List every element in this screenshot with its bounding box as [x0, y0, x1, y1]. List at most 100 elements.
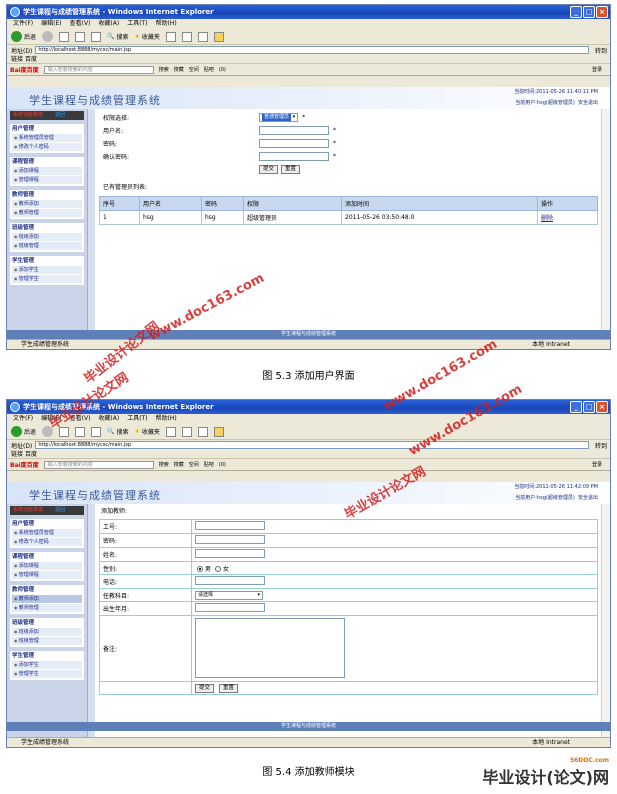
sidebar-item-change-password[interactable]: 修改个人密码 — [12, 143, 82, 151]
refresh-icon[interactable] — [75, 31, 86, 42]
submit-button[interactable]: 提交 — [259, 165, 279, 174]
mail-icon[interactable] — [181, 31, 192, 42]
baidu-login[interactable]: 登录 — [592, 461, 602, 468]
close-icon[interactable]: × — [596, 401, 608, 413]
menu-file[interactable]: 文件(F) — [13, 414, 33, 424]
refresh-icon[interactable] — [75, 426, 86, 437]
home-icon[interactable] — [91, 31, 102, 42]
sidebar-item-manage-class[interactable]: 班级管理 — [12, 637, 82, 645]
baidu-search-input[interactable]: 输入想要搜索的内容 — [43, 460, 154, 469]
print-icon[interactable] — [197, 31, 208, 42]
reset-button[interactable]: 重置 — [218, 683, 238, 693]
reset-button[interactable]: 重置 — [281, 165, 301, 174]
remarks-textarea[interactable] — [195, 617, 345, 678]
sidebar-item-manage-teacher[interactable]: 教师管理 — [12, 604, 82, 612]
baidu-login[interactable]: 登录 — [592, 66, 602, 73]
baidu-item-count[interactable]: (0) — [219, 462, 226, 468]
sidebar-splitter[interactable] — [87, 504, 95, 737]
forward-arrow-icon[interactable] — [42, 31, 54, 42]
subject-select[interactable]: 请选择 ▾ — [195, 590, 263, 600]
sidebar-item-change-password[interactable]: 修改个人密码 — [12, 538, 82, 546]
maximize-icon[interactable]: □ — [583, 6, 595, 18]
back-button[interactable]: 后退 — [11, 31, 36, 42]
baidu-item-tieba[interactable]: 贴吧 — [204, 66, 214, 73]
sidebar-item-manage-class[interactable]: 班级管理 — [12, 242, 82, 250]
menu-tools[interactable]: 工具(T) — [127, 414, 147, 424]
menu-view[interactable]: 查看(V) — [70, 19, 91, 29]
menu-help[interactable]: 帮助(H) — [156, 414, 177, 424]
vertical-scrollbar[interactable] — [601, 504, 610, 737]
baidu-search-button[interactable]: 搜索 — [159, 66, 169, 73]
baidu-item-space[interactable]: 空间 — [189, 461, 199, 468]
sidebar-item-add-class[interactable]: 班级添加 — [12, 233, 82, 241]
sidebar-item-add-student[interactable]: 添加学生 — [12, 266, 82, 274]
folder-icon[interactable] — [213, 31, 224, 42]
current-user-link[interactable]: 当前用户:hsg(超级管理员) — [515, 100, 575, 106]
stop-icon[interactable] — [59, 31, 70, 42]
baidu-search-button[interactable]: 搜索 — [159, 461, 169, 468]
password-input[interactable] — [259, 139, 329, 148]
baidu-item-count[interactable]: (0) — [219, 67, 226, 73]
logout-link[interactable]: 安全退出 — [578, 495, 598, 501]
sidebar-item-admin-manage[interactable]: 系统管理员管理 — [12, 134, 82, 142]
link-baidu[interactable]: 百度 — [25, 451, 37, 458]
sidebar-item-manage-teacher[interactable]: 教师管理 — [12, 209, 82, 217]
home-icon[interactable] — [91, 426, 102, 437]
confirm-password-input[interactable] — [259, 152, 329, 161]
gender-male-radio[interactable] — [197, 566, 203, 572]
favorites-button[interactable]: ★ 收藏夹 — [135, 32, 160, 41]
sidebar-item-manage-student[interactable]: 管理学生 — [12, 670, 82, 678]
print-icon[interactable] — [197, 426, 208, 437]
menu-favorites[interactable]: 收藏(A) — [98, 19, 119, 29]
history-icon[interactable] — [165, 426, 176, 437]
teacher-name-input[interactable] — [195, 549, 265, 558]
mail-icon[interactable] — [181, 426, 192, 437]
sidebar-item-add-teacher[interactable]: 教师添加 — [12, 200, 82, 208]
baidu-item-collect[interactable]: 搜藏 — [174, 461, 184, 468]
teacher-id-input[interactable] — [195, 521, 265, 530]
logout-link[interactable]: 安全退出 — [578, 100, 598, 106]
menu-favorites[interactable]: 收藏(A) — [98, 414, 119, 424]
sidebar-item-manage-course[interactable]: 管理课程 — [12, 176, 82, 184]
username-input[interactable] — [259, 126, 329, 135]
menu-help[interactable]: 帮助(H) — [156, 19, 177, 29]
search-button[interactable]: 🔍 搜索 — [107, 427, 129, 436]
history-icon[interactable] — [165, 31, 176, 42]
minimize-icon[interactable]: _ — [570, 401, 582, 413]
role-select[interactable]: 普通管理员 ▾ — [259, 113, 299, 122]
sidebar-item-add-class[interactable]: 班级添加 — [12, 628, 82, 636]
submit-button[interactable]: 提交 — [195, 683, 215, 693]
delete-link[interactable]: 删除 — [541, 215, 553, 222]
current-user-link[interactable]: 当前用户:hsg(超级管理员) — [515, 495, 575, 501]
sidebar-item-manage-course[interactable]: 管理课程 — [12, 571, 82, 579]
baidu-search-input[interactable]: 输入想要搜索的内容 — [43, 65, 154, 74]
address-input[interactable]: http://localhost:8888/mycsc/main.jsp — [35, 441, 589, 449]
favorites-button[interactable]: ★ 收藏夹 — [135, 427, 160, 436]
go-button[interactable]: 转到 — [592, 46, 610, 55]
go-button[interactable]: 转到 — [592, 441, 610, 450]
link-baidu[interactable]: 百度 — [25, 56, 37, 63]
address-input[interactable]: http://localhost:8888/mycsc/main.jsp — [35, 46, 589, 54]
birth-date-input[interactable] — [195, 603, 265, 612]
baidu-item-space[interactable]: 空间 — [189, 66, 199, 73]
baidu-item-collect[interactable]: 搜藏 — [174, 66, 184, 73]
sidebar-splitter[interactable] — [87, 109, 95, 339]
sidebar-item-manage-student[interactable]: 管理学生 — [12, 275, 82, 283]
teacher-phone-input[interactable] — [195, 576, 265, 585]
search-button[interactable]: 🔍 搜索 — [107, 32, 129, 41]
sidebar-item-add-teacher[interactable]: 教师添加 — [12, 595, 82, 603]
close-icon[interactable]: × — [596, 6, 608, 18]
sidebar-item-admin-manage[interactable]: 系统管理员管理 — [12, 529, 82, 537]
menu-file[interactable]: 文件(F) — [13, 19, 33, 29]
sidebar-item-add-student[interactable]: 添加学生 — [12, 661, 82, 669]
sidebar-item-add-course[interactable]: 添加课程 — [12, 167, 82, 175]
menu-edit[interactable]: 编辑(E) — [41, 19, 61, 29]
sidebar-return[interactable]: 返回 — [55, 112, 65, 118]
gender-female-radio[interactable] — [214, 566, 221, 572]
vertical-scrollbar[interactable] — [601, 109, 610, 339]
maximize-icon[interactable]: □ — [583, 401, 595, 413]
back-button[interactable]: 后退 — [11, 426, 36, 437]
sidebar-item-add-course[interactable]: 添加课程 — [12, 562, 82, 570]
sidebar-return[interactable]: 返回 — [55, 507, 65, 513]
baidu-item-tieba[interactable]: 贴吧 — [204, 461, 214, 468]
